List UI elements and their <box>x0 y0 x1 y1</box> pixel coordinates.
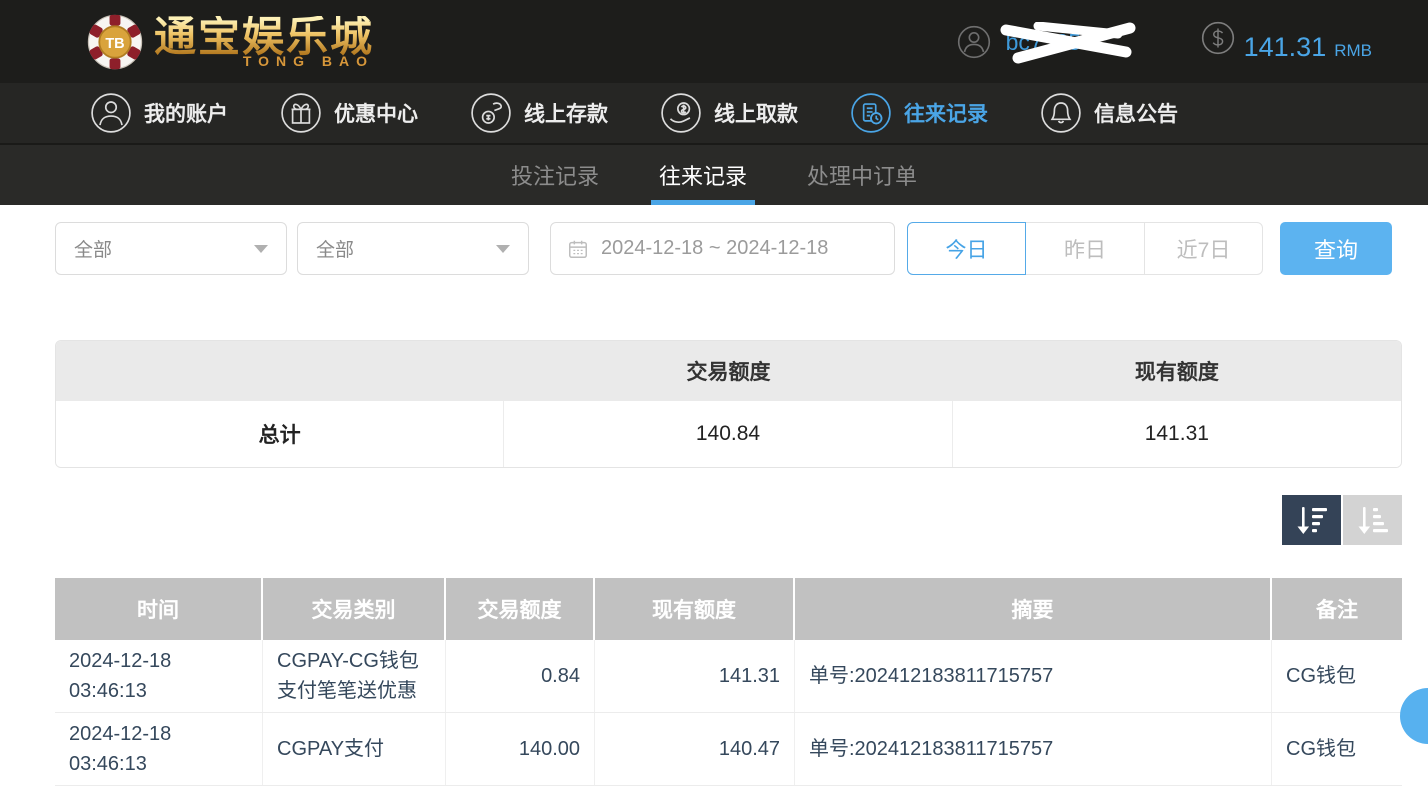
nav-item-my-account[interactable]: 我的账户 <box>90 92 228 134</box>
category-select[interactable]: 全部 <box>297 222 529 275</box>
filter-bar: 全部 全部 2024-12-18 ~ 2024-12-18 今日 昨日 近7日 … <box>55 222 1402 275</box>
tab-transaction-records[interactable]: 往来记录 <box>629 145 777 205</box>
cell-remark: CG钱包 <box>1272 640 1402 712</box>
sort-descending-icon <box>1295 504 1329 536</box>
chevron-down-icon <box>254 245 268 253</box>
cell-remark: CG钱包 <box>1272 713 1402 785</box>
table-row: 2024-12-18 03:46:13 CGPAY-CG钱包支付笔笔送优惠 0.… <box>55 640 1402 713</box>
user-icon <box>90 92 132 134</box>
withdraw-icon <box>660 92 702 134</box>
nav-item-deposit[interactable]: 线上存款 <box>470 92 608 134</box>
cell-balance: 140.47 <box>595 713 795 785</box>
nav-item-transaction-records[interactable]: 往来记录 <box>850 92 988 134</box>
summary-header-empty <box>56 341 504 401</box>
cell-amount: 140.00 <box>446 713 595 785</box>
username[interactable]: bc7325 <box>1006 22 1134 62</box>
balance-display[interactable]: 141.31 RMB <box>1200 20 1372 63</box>
account-area: bc7325 141.31 RMB <box>956 20 1372 63</box>
cell-summary: 单号:202412183811715757 <box>795 640 1272 712</box>
col-header-balance: 现有额度 <box>595 578 795 640</box>
sort-controls <box>55 495 1402 545</box>
summary-total-label: 总计 <box>56 401 504 467</box>
col-header-amount: 交易额度 <box>446 578 595 640</box>
calendar-icon <box>567 238 589 260</box>
summary-header-current: 现有额度 <box>953 341 1401 401</box>
casino-chip-icon: TB <box>86 13 144 71</box>
quick-date-buttons: 今日 昨日 近7日 <box>907 222 1263 275</box>
user-avatar-icon <box>956 24 992 60</box>
cell-time: 2024-12-18 03:46:13 <box>55 713 263 785</box>
dollar-icon <box>1200 20 1236 56</box>
brand-title: 通宝娱乐城 <box>154 16 374 58</box>
balance-amount: 141.31 <box>1244 32 1327 63</box>
col-header-type: 交易类别 <box>263 578 446 640</box>
col-header-remark: 备注 <box>1272 578 1402 640</box>
transactions-table: 时间 交易类别 交易额度 现有额度 摘要 备注 2024-12-18 03:46… <box>55 578 1402 786</box>
cell-type: CGPAY支付 <box>263 713 446 785</box>
brand-logo[interactable]: TB 通宝娱乐城 TONG BAO <box>86 13 374 71</box>
nav-item-withdraw[interactable]: 线上取款 <box>660 92 798 134</box>
bell-icon <box>1040 92 1082 134</box>
sort-descending-button[interactable] <box>1282 495 1341 545</box>
main-nav: 我的账户 优惠中心 线上存款 线上取款 <box>0 83 1428 143</box>
sort-ascending-button[interactable] <box>1343 495 1402 545</box>
cell-amount: 0.84 <box>446 640 595 712</box>
cell-summary: 单号:202412183811715757 <box>795 713 1272 785</box>
summary-header-row: 交易额度 现有额度 <box>56 341 1401 401</box>
col-header-time: 时间 <box>55 578 263 640</box>
cell-balance: 141.31 <box>595 640 795 712</box>
chevron-down-icon <box>496 245 510 253</box>
balance-currency: RMB <box>1334 41 1372 61</box>
last7days-button[interactable]: 近7日 <box>1144 222 1263 275</box>
active-tab-underline <box>651 200 755 205</box>
record-subtabs: 投注记录 往来记录 处理中订单 <box>0 143 1428 205</box>
yesterday-button[interactable]: 昨日 <box>1026 222 1145 275</box>
today-button[interactable]: 今日 <box>907 222 1026 275</box>
summary-current-total: 141.31 <box>953 401 1401 467</box>
deposit-icon <box>470 92 512 134</box>
cell-type: CGPAY-CG钱包支付笔笔送优惠 <box>263 640 446 712</box>
brand-subtitle: TONG BAO <box>154 54 374 68</box>
table-row: 2024-12-18 03:46:13 CGPAY支付 140.00 140.4… <box>55 713 1402 786</box>
nav-item-announcements[interactable]: 信息公告 <box>1040 92 1178 134</box>
tab-betting-records[interactable]: 投注记录 <box>481 145 629 205</box>
nav-item-promotions[interactable]: 优惠中心 <box>280 92 418 134</box>
summary-transaction-total: 140.84 <box>504 401 952 467</box>
summary-header-transaction: 交易额度 <box>504 341 952 401</box>
tab-pending-orders[interactable]: 处理中订单 <box>777 145 947 205</box>
type-select[interactable]: 全部 <box>55 222 287 275</box>
records-icon <box>850 92 892 134</box>
svg-text:TB: TB <box>105 36 124 52</box>
gift-icon <box>280 92 322 134</box>
customer-service-bubble[interactable] <box>1400 688 1428 744</box>
cell-time: 2024-12-18 03:46:13 <box>55 640 263 712</box>
top-bar: TB 通宝娱乐城 TONG BAO bc7325 141.31 <box>0 0 1428 83</box>
date-range-input[interactable]: 2024-12-18 ~ 2024-12-18 <box>550 222 895 275</box>
col-header-summary: 摘要 <box>795 578 1272 640</box>
sort-ascending-icon <box>1356 504 1390 536</box>
table-header-row: 时间 交易类别 交易额度 现有额度 摘要 备注 <box>55 578 1402 640</box>
summary-total-row: 总计 140.84 141.31 <box>56 401 1401 467</box>
summary-table: 交易额度 现有额度 总计 140.84 141.31 <box>55 340 1402 468</box>
search-button[interactable]: 查询 <box>1280 222 1392 275</box>
